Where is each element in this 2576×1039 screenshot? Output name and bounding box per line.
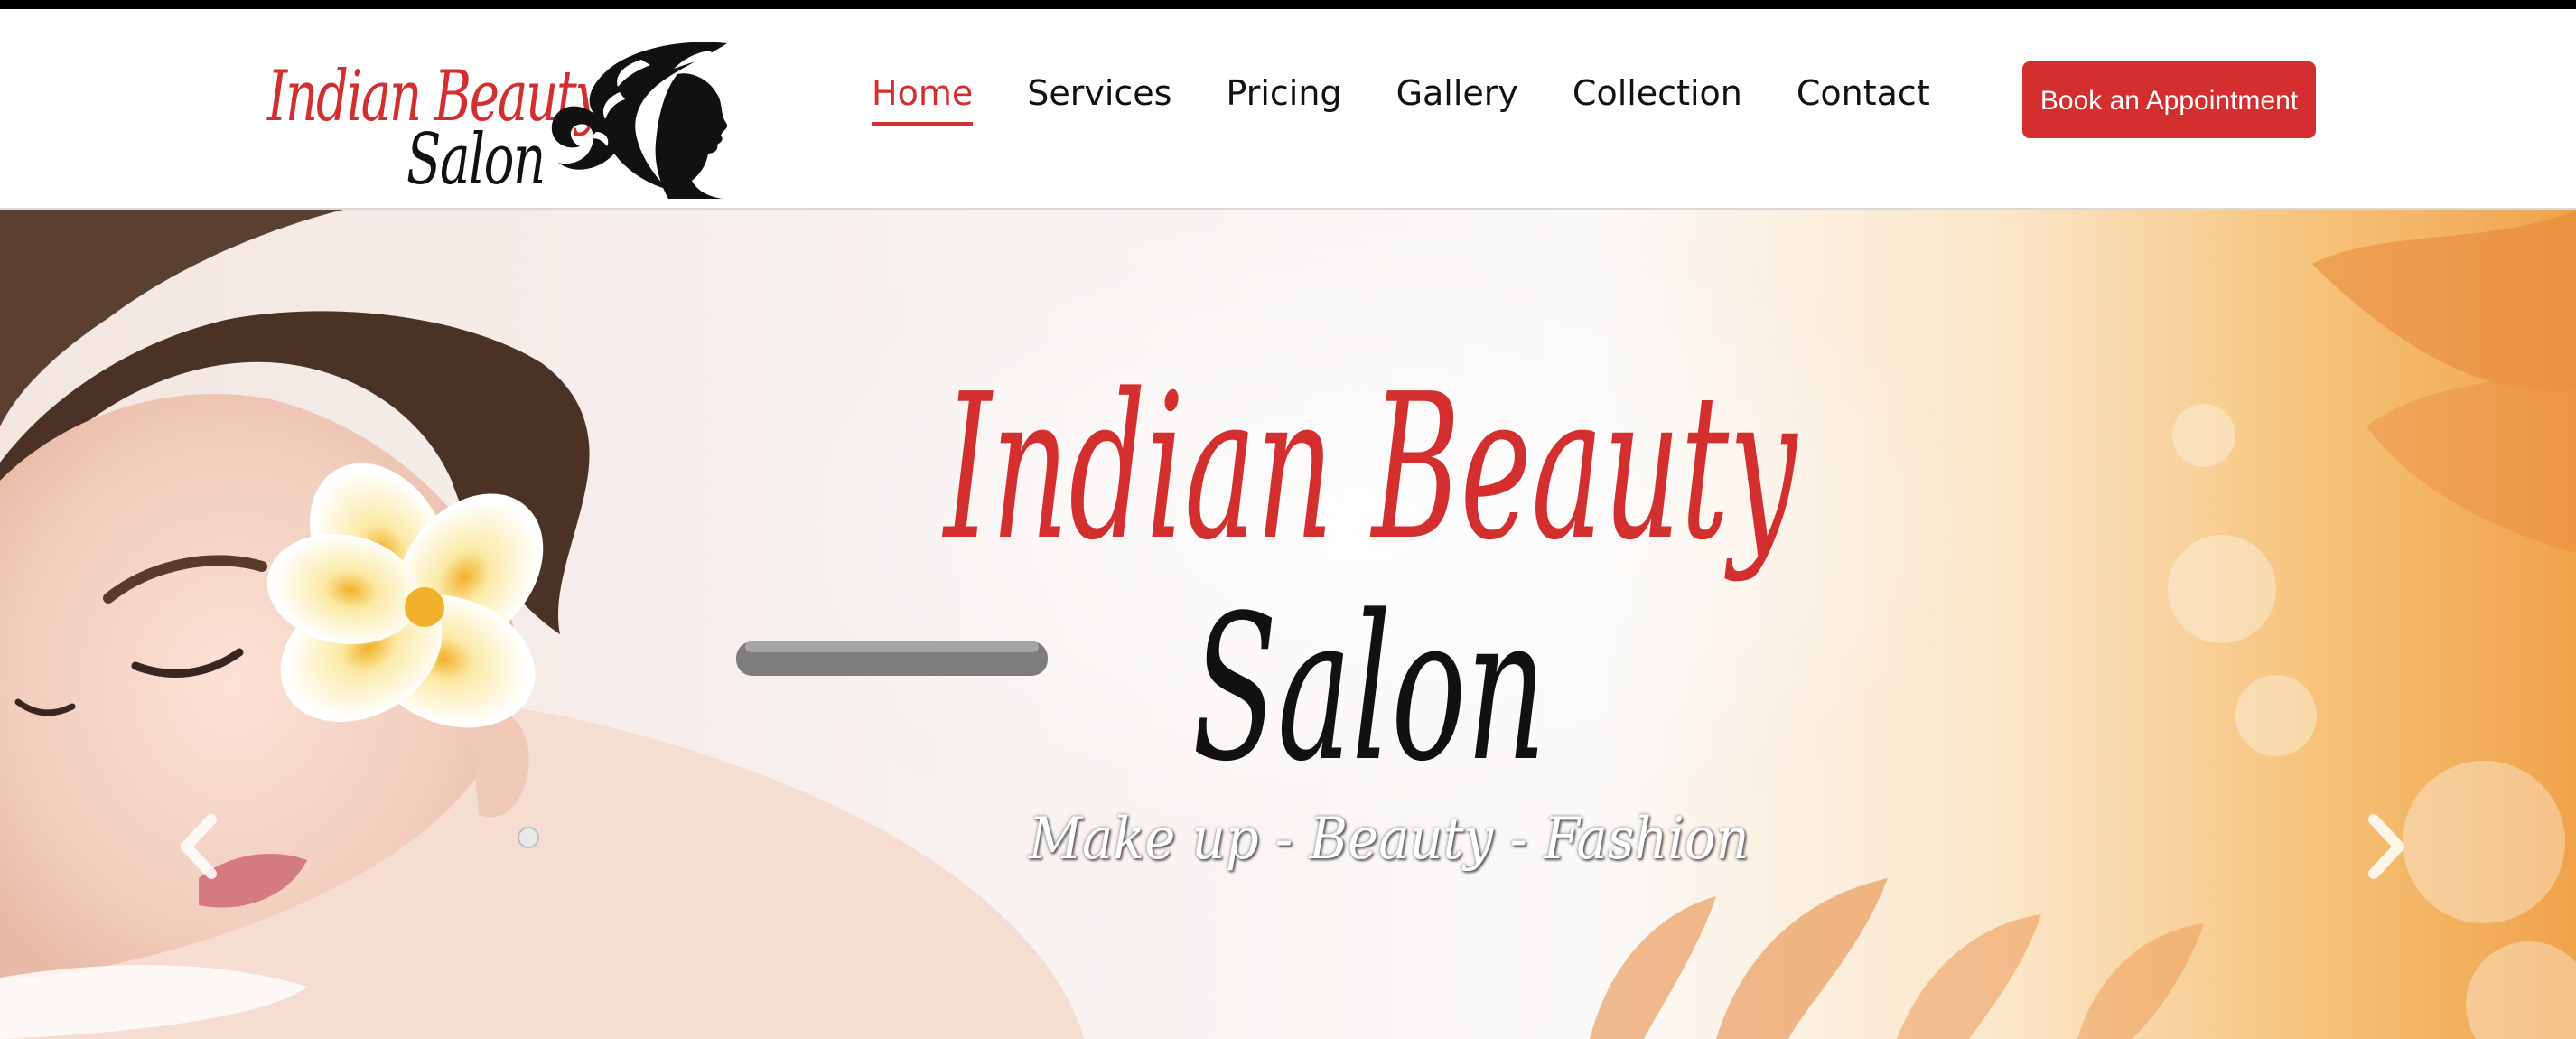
book-appointment-button[interactable]: Book an Appointment [2022, 61, 2316, 138]
nav-contact[interactable]: Contact [1797, 72, 1930, 126]
nav-collection[interactable]: Collection [1573, 72, 1742, 126]
hero-title-line-2: Salon [1192, 573, 1546, 806]
hero-title-line-1: Indian Beauty [944, 351, 1797, 585]
top-strip [0, 0, 2576, 9]
nav-home[interactable]: Home [872, 72, 974, 126]
woman-silhouette-icon [551, 42, 728, 200]
site-logo[interactable]: Indian Beauty Salon [262, 29, 741, 201]
nav-pricing[interactable]: Pricing [1226, 72, 1341, 126]
chevron-left-icon [181, 814, 217, 879]
chevron-right-icon [2368, 814, 2404, 879]
hero-tagline: Make up - Beauty - Fashion [1029, 806, 1750, 873]
hero-slider: Indian Beauty Salon Make up - Beauty - F… [0, 210, 2576, 1039]
logo-line-2: Salon [406, 119, 546, 201]
site-header: Indian Beauty Salon Home Services Pricin… [0, 9, 2576, 210]
slider-prev-button[interactable] [172, 810, 226, 883]
nav-gallery[interactable]: Gallery [1396, 72, 1518, 126]
main-nav: Home Services Pricing Gallery Collection… [872, 72, 1984, 126]
nav-services[interactable]: Services [1027, 72, 1171, 126]
slider-next-button[interactable] [2359, 810, 2413, 883]
